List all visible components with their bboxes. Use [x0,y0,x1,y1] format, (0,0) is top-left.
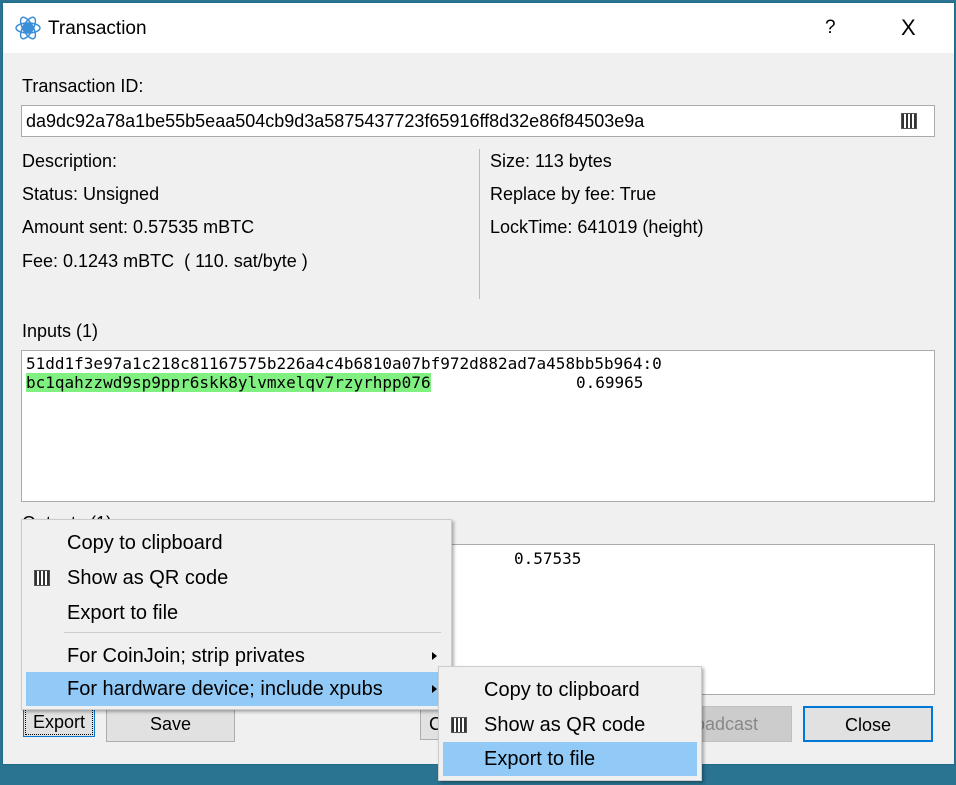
electrum-logo-icon [15,16,41,40]
export-menu: Copy to clipboard Show as QR code Export… [21,519,452,710]
inputs-label: Inputs (1) [22,321,99,341]
hardware-submenu: Copy to clipboard Show as QR code Export… [438,666,702,781]
menu-for-hardware-device[interactable]: For hardware device; include xpubs [26,672,447,706]
menu-separator [64,632,441,633]
menu-for-coinjoin[interactable]: For CoinJoin; strip privates [26,639,447,673]
output-amount: 0.57535 [514,549,582,568]
txid-value: da9dc92a78a1be55b5eaa504cb9d3a5875437723… [26,111,645,131]
input-prevout: 51dd1f3e97a1c218c81167575b226a4c4b6810a0… [26,354,662,373]
menu-copy-to-clipboard[interactable]: Copy to clipboard [26,526,447,560]
fee-label: Fee: 0.1243 mBTC ( 110. sat/byte ) [22,251,308,271]
window-close-button[interactable]: X [901,15,916,41]
txid-field[interactable]: da9dc92a78a1be55b5eaa504cb9d3a5875437723… [21,105,935,137]
submenu-show-qr-code[interactable]: Show as QR code [443,708,697,742]
status-label: Status: Unsigned [22,184,160,204]
input-amount: 0.69965 [576,373,644,392]
submenu-export-to-file[interactable]: Export to file [443,742,697,776]
amount-sent-label: Amount sent: 0.57535 mBTC [22,217,255,237]
window-title: Transaction [48,18,147,39]
title-bar: Transaction ? X [3,3,954,53]
submenu-arrow-icon [432,685,437,693]
submenu-copy-to-clipboard[interactable]: Copy to clipboard [443,673,697,707]
menu-show-qr-code[interactable]: Show as QR code [26,561,447,595]
menu-export-to-file[interactable]: Export to file [26,596,447,630]
txid-label: Transaction ID: [22,76,144,96]
close-button[interactable]: Close [803,706,933,742]
inputs-list[interactable]: 51dd1f3e97a1c218c81167575b226a4c4b6810a0… [21,350,935,502]
qr-code-icon[interactable] [901,113,917,129]
input-address: bc1qahzzwd9sp9ppr6skk8ylvmxelqv7rzyrhpp0… [26,373,431,392]
locktime-label: LockTime: 641019 (height) [490,217,704,237]
submenu-arrow-icon [432,652,437,660]
size-label: Size: 113 bytes [490,151,612,171]
qr-code-icon [451,717,467,733]
description-label: Description: [22,151,118,171]
qr-code-icon [34,570,50,586]
export-button[interactable]: Export [23,707,95,737]
help-button[interactable]: ? [825,17,836,39]
divider [479,149,480,299]
save-button[interactable]: Save [106,706,235,742]
rbf-label: Replace by fee: True [490,184,657,204]
